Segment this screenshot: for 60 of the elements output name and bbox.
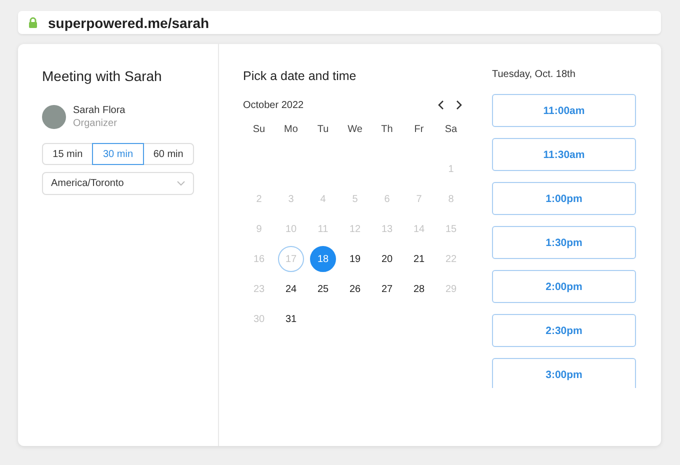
calendar-day[interactable]: 31 — [278, 306, 304, 332]
calendar-day[interactable]: 15 — [438, 216, 464, 242]
calendar-day[interactable]: 8 — [438, 186, 464, 212]
selected-date-label: Tuesday, Oct. 18th — [492, 69, 576, 80]
calendar-day[interactable]: 5 — [342, 186, 368, 212]
calendar-day[interactable]: 30 — [246, 306, 272, 332]
duration-option[interactable]: 15 min — [42, 143, 94, 165]
calendar-day[interactable]: 1 — [438, 156, 464, 182]
calendar-day[interactable]: 27 — [374, 276, 400, 302]
avatar — [42, 105, 66, 129]
month-label: October 2022 — [243, 100, 304, 110]
calendar-day[interactable]: 21 — [406, 246, 432, 272]
time-slot-button[interactable]: 3:00pm — [492, 358, 636, 388]
time-slot-button[interactable]: 2:30pm — [492, 314, 636, 347]
calendar-day[interactable]: 7 — [406, 186, 432, 212]
weekday-label: Mo — [283, 124, 299, 137]
lock-icon — [28, 17, 38, 28]
organizer-name: Sarah Flora — [73, 105, 126, 116]
weekday-label: We — [346, 124, 364, 137]
calendar-day[interactable]: 22 — [438, 246, 464, 272]
meeting-title: Meeting with Sarah — [42, 68, 163, 84]
time-slot-button[interactable]: 11:30am — [492, 138, 636, 171]
calendar-day[interactable]: 16 — [246, 246, 272, 272]
calendar-day[interactable]: 14 — [406, 216, 432, 242]
calendar-day[interactable]: 11 — [310, 216, 336, 242]
calendar-day[interactable]: 10 — [278, 216, 304, 242]
calendar-day[interactable]: 19 — [342, 246, 368, 272]
weekday-label: Th — [380, 124, 394, 137]
calendar-day[interactable]: 28 — [406, 276, 432, 302]
calendar-day[interactable]: 25 — [310, 276, 336, 302]
chevron-down-icon — [177, 181, 185, 186]
section-heading: Pick a date and time — [243, 69, 358, 83]
calendar-day[interactable]: 29 — [438, 276, 464, 302]
calendar-day[interactable]: 17 — [278, 246, 304, 272]
weekday-label: Tu — [316, 124, 330, 137]
duration-option[interactable]: 60 min — [142, 143, 194, 165]
calendar-day[interactable]: 4 — [310, 186, 336, 212]
calendar-day[interactable]: 12 — [342, 216, 368, 242]
time-slot-button[interactable]: 2:00pm — [492, 270, 636, 303]
timezone-select[interactable]: America/Toronto — [42, 172, 194, 195]
calendar-day[interactable]: 24 — [278, 276, 304, 302]
calendar-day[interactable]: 18 — [310, 246, 336, 272]
calendar-day[interactable]: 20 — [374, 246, 400, 272]
calendar-day[interactable]: 9 — [246, 216, 272, 242]
calendar-day[interactable]: 26 — [342, 276, 368, 302]
calendar-day[interactable]: 23 — [246, 276, 272, 302]
weekday-label: Su — [252, 124, 266, 137]
duration-option[interactable]: 30 min — [92, 143, 144, 165]
calendar-day[interactable]: 6 — [374, 186, 400, 212]
time-slot-button[interactable]: 1:00pm — [492, 182, 636, 215]
url-text: superpowered.me/sarah — [48, 14, 210, 30]
weekday-label: Fr — [413, 124, 425, 137]
weekday-label: Sa — [444, 124, 458, 137]
time-slot-button[interactable]: 11:00am — [492, 94, 636, 127]
organizer-role: Organizer — [73, 118, 118, 129]
address-bar[interactable]: superpowered.me/sarah — [18, 11, 661, 34]
calendar-day[interactable]: 3 — [278, 186, 304, 212]
time-slot-button[interactable]: 1:30pm — [492, 226, 636, 259]
calendar-day[interactable]: 2 — [246, 186, 272, 212]
calendar-day[interactable]: 13 — [374, 216, 400, 242]
